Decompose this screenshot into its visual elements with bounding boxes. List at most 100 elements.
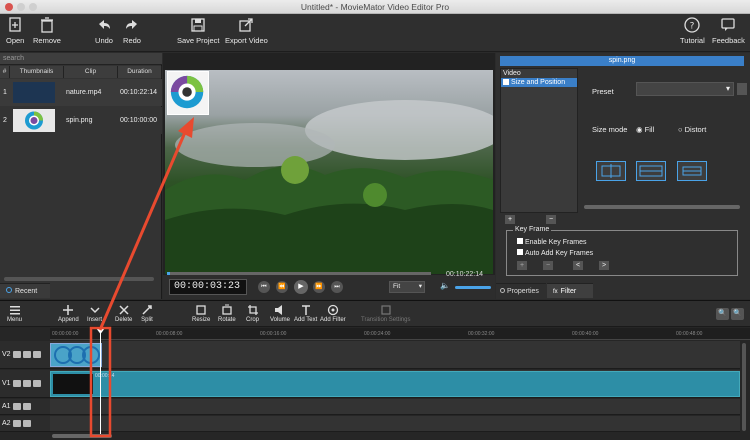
add-filter-button[interactable]: + (505, 215, 515, 224)
table-row[interactable]: 2 spin.png 00:10:00:00 (0, 107, 162, 134)
volume-slider[interactable] (455, 286, 491, 289)
chevron-down-icon: ▾ (725, 84, 730, 93)
rewind-button[interactable]: ⏪ (276, 281, 288, 293)
tab-filter[interactable]: fx Filter (547, 283, 593, 298)
add-filter-toolbar-button[interactable]: Add Filter (320, 304, 346, 323)
transition-settings-button[interactable]: Transition Settings (361, 304, 410, 323)
align-left-icon (601, 164, 621, 178)
column-clip[interactable]: Clip (64, 66, 118, 78)
tutorial-button[interactable]: ? Tutorial (680, 16, 705, 45)
library-scrollbar[interactable] (4, 277, 154, 281)
track-v1[interactable]: 00:00:14 (50, 370, 740, 398)
zoom-select[interactable]: Fit ▾ (389, 281, 425, 293)
filter-item-size-position[interactable]: Size and Position (501, 78, 577, 87)
clip-name: nature.mp4 (66, 89, 102, 96)
mute-icon[interactable] (12, 350, 21, 358)
redo-button[interactable]: Redo (123, 16, 141, 45)
remove-button[interactable]: Remove (33, 16, 61, 45)
undo-button[interactable]: Undo (95, 16, 113, 45)
fill-radio[interactable]: ◉ Fill (636, 125, 654, 134)
rotate-button[interactable]: Rotate (218, 304, 236, 323)
mute-icon[interactable] (12, 402, 21, 410)
resize-label: Resize (192, 317, 211, 323)
auto-add-keyframes-checkbox[interactable]: Auto Add Key Frames (517, 249, 593, 257)
table-row[interactable]: 1 nature.mp4 00:10:22:14 (0, 79, 162, 106)
delete-button[interactable]: Delete (115, 304, 132, 323)
search-input[interactable]: search (0, 53, 162, 65)
lock-icon[interactable] (32, 350, 41, 358)
add-text-button[interactable]: Add Text (294, 304, 317, 323)
zoom-window-button[interactable] (29, 3, 37, 11)
save-project-button[interactable]: Save Project (177, 16, 220, 45)
eye-icon[interactable] (22, 379, 31, 387)
fit-center-button[interactable] (636, 161, 666, 181)
zoom-out-button[interactable]: 🔍 (716, 308, 729, 320)
resize-button[interactable]: Resize (192, 304, 210, 323)
remove-filter-button[interactable]: − (546, 215, 556, 224)
tab-recent[interactable]: Recent (0, 283, 50, 298)
skip-start-button[interactable]: ⏮ (258, 281, 270, 293)
play-button[interactable]: ▶ (294, 280, 308, 294)
clip-duration: 00:10:22:14 (120, 89, 157, 96)
menu-button[interactable]: Menu (7, 304, 22, 323)
track-v2[interactable] (50, 341, 740, 369)
fit-right-button[interactable] (677, 161, 707, 181)
timeline-ruler[interactable]: 00:00:00:00 00:00:08:00 00:00:16:00 00:0… (50, 328, 750, 340)
position-scrubber[interactable] (167, 272, 431, 275)
insert-button[interactable]: Insert (87, 304, 102, 323)
video-frame[interactable] (165, 70, 493, 274)
zoom-in-button[interactable]: 🔍 (731, 308, 744, 320)
tab-properties[interactable]: Properties (496, 283, 546, 298)
timeline-clip-spin[interactable] (50, 343, 102, 367)
spin-logo-icon (170, 75, 204, 109)
lock-icon[interactable] (22, 419, 31, 427)
track-a1[interactable] (50, 399, 740, 415)
column-index[interactable]: # (0, 66, 10, 78)
lock-icon[interactable] (22, 402, 31, 410)
fast-forward-button[interactable]: ⏩ (313, 281, 325, 293)
export-video-button[interactable]: Export Video (225, 16, 268, 45)
append-label: Append (58, 317, 79, 323)
kf-next-button[interactable]: > (599, 261, 609, 270)
open-button[interactable]: Open (6, 16, 24, 45)
clip-duration: 00:10:00:00 (120, 117, 157, 124)
split-button[interactable]: Split (141, 304, 153, 323)
kf-prev-button[interactable]: < (573, 261, 583, 270)
kf-add-button[interactable]: + (517, 261, 527, 270)
volume-icon[interactable]: 🔈 (440, 281, 450, 290)
track-a2[interactable] (50, 416, 740, 432)
playhead[interactable] (100, 329, 101, 435)
timeline-clip-nature[interactable]: 00:00:14 (50, 371, 740, 397)
spin-clip-thumbnail (54, 346, 100, 364)
distort-radio[interactable]: ○ Distort (678, 125, 706, 134)
lock-icon[interactable] (32, 379, 41, 387)
skip-end-button[interactable]: ⏭ (331, 281, 343, 293)
timeline-vertical-scrollbar[interactable] (742, 343, 746, 431)
fit-left-button[interactable] (596, 161, 626, 181)
crop-icon (247, 305, 258, 315)
minimize-window-button[interactable] (17, 3, 25, 11)
ruler-tick: 00:00:08:00 (156, 331, 183, 337)
eye-icon[interactable] (22, 350, 31, 358)
close-window-button[interactable] (5, 3, 13, 11)
track-header-a1[interactable]: A1 (0, 399, 50, 415)
column-thumbnails[interactable]: Thumbnails (10, 66, 64, 78)
feedback-button[interactable]: Feedback (712, 16, 745, 45)
enable-keyframes-checkbox[interactable]: Enable Key Frames (517, 238, 586, 246)
crop-button[interactable]: Crop (246, 304, 259, 323)
column-duration[interactable]: Duration (118, 66, 162, 78)
timecode-field[interactable]: 00:00:03:23 (169, 279, 247, 295)
spin-overlay[interactable] (167, 71, 209, 115)
track-header-v1[interactable]: V1 (0, 370, 50, 398)
append-button[interactable]: Append (58, 304, 79, 323)
preset-menu-icon[interactable] (737, 83, 747, 95)
volume-button[interactable]: Volume (270, 304, 290, 323)
mute-icon[interactable] (12, 419, 21, 427)
timeline-horizontal-scrollbar[interactable] (52, 434, 112, 438)
track-header-a2[interactable]: A2 (0, 416, 50, 432)
mute-icon[interactable] (12, 379, 21, 387)
preset-select[interactable]: ▾ (636, 82, 734, 96)
track-header-v2[interactable]: V2 (0, 341, 50, 369)
filter-scrollbar[interactable] (584, 205, 740, 209)
kf-remove-button[interactable]: − (543, 261, 553, 270)
